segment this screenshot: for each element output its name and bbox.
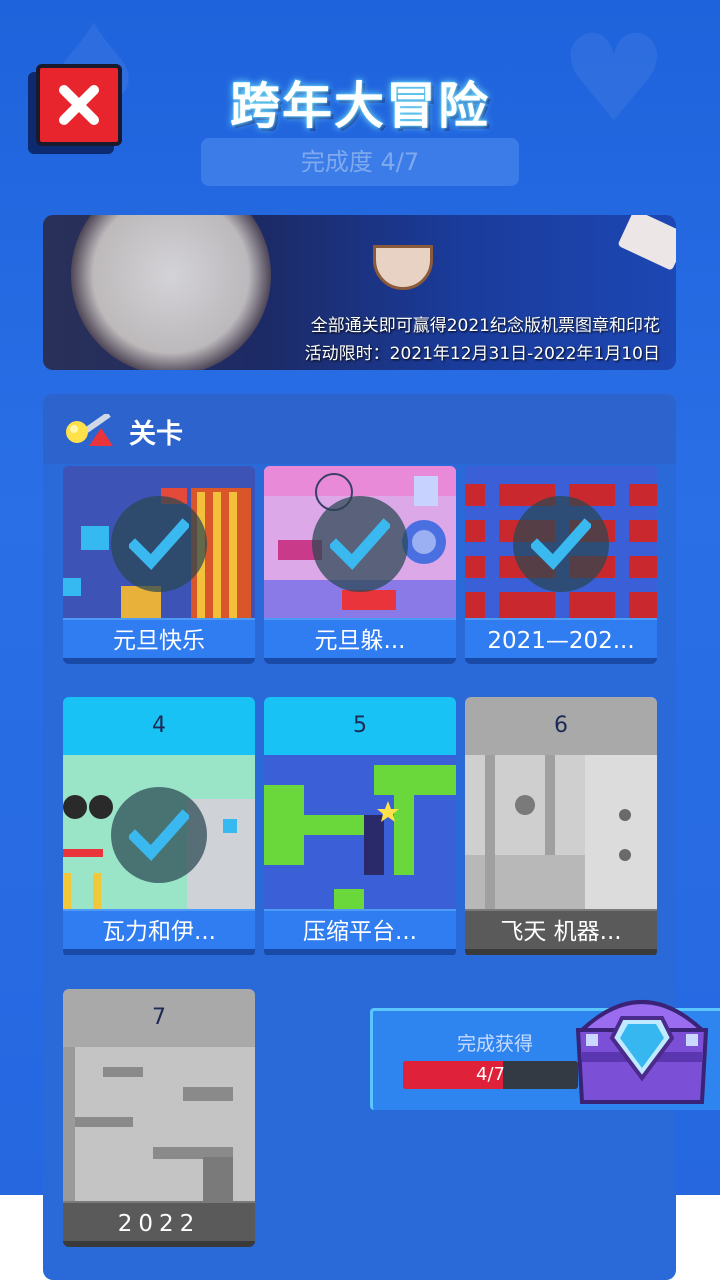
banner-reward-text: 全部通关即可赢得2021纪念版机票图章和印花 [310, 316, 660, 336]
label-shadow [63, 949, 255, 955]
completed-badge [111, 787, 207, 883]
level-name: 压缩平台... [264, 909, 456, 951]
level-name: 元旦快乐 [63, 618, 255, 660]
level-card-3[interactable]: 2021—202... [465, 466, 657, 664]
level-name: 元旦躲... [264, 618, 456, 660]
checkmark-icon [531, 518, 591, 570]
level-card-7[interactable]: 7 2022 [63, 989, 255, 1247]
close-button-face[interactable] [36, 64, 122, 146]
completed-badge [111, 496, 207, 592]
treasure-chest-icon[interactable] [568, 976, 716, 1112]
level-name: 飞天 机器... [465, 909, 657, 951]
clock-illustration [71, 215, 271, 370]
level-number: 4 [63, 697, 255, 755]
completion-progress: 完成度 4/7 [201, 138, 519, 186]
label-shadow [264, 658, 456, 664]
label-shadow [465, 949, 657, 955]
levels-panel-header: 关卡 [43, 394, 676, 464]
checkmark-icon [330, 518, 390, 570]
label-shadow [63, 1241, 255, 1247]
banner-time-limit-text: 活动限时：2021年12月31日-2022年1月10日 [304, 344, 660, 364]
reward-label: 完成获得 [457, 1033, 534, 1055]
close-icon [59, 85, 99, 125]
checkmark-icon [129, 518, 189, 570]
level-card-4[interactable]: 4 瓦力和伊... [63, 697, 255, 957]
teacup-illustration [373, 245, 433, 290]
level-thumbnail [264, 755, 456, 909]
level-number: 5 [264, 697, 456, 755]
background-decoration: ♥ [560, 10, 668, 149]
level-card-5[interactable]: 5 压缩平台... [264, 697, 456, 957]
label-shadow [264, 949, 456, 955]
reward-progress-text: 4/7 [476, 1064, 505, 1085]
level-card-6[interactable]: 6 飞天 机器... [465, 697, 657, 957]
close-button[interactable] [28, 64, 122, 154]
level-thumbnail [465, 755, 657, 909]
event-banner: 全部通关即可赢得2021纪念版机票图章和印花 活动限时：2021年12月31日-… [43, 215, 676, 370]
playing-card-illustration [617, 215, 676, 271]
completed-badge [312, 496, 408, 592]
page-title: 跨年大冒险 [230, 77, 490, 135]
label-shadow [465, 658, 657, 664]
checkmark-icon [129, 809, 189, 861]
reward-progress-bar: 4/7 [403, 1061, 578, 1089]
level-card-1[interactable]: 元旦快乐 [63, 466, 255, 664]
level-card-2[interactable]: 元旦躲... [264, 466, 456, 664]
level-name: 2022 [63, 1201, 255, 1243]
level-number: 6 [465, 697, 657, 755]
label-shadow [63, 658, 255, 664]
completed-badge [513, 496, 609, 592]
level-thumbnail [63, 1047, 255, 1201]
levels-icon [66, 414, 113, 446]
level-number: 7 [63, 989, 255, 1047]
level-name: 瓦力和伊... [63, 909, 255, 951]
level-name: 2021—202... [465, 618, 657, 660]
levels-panel-title: 关卡 [129, 419, 183, 450]
